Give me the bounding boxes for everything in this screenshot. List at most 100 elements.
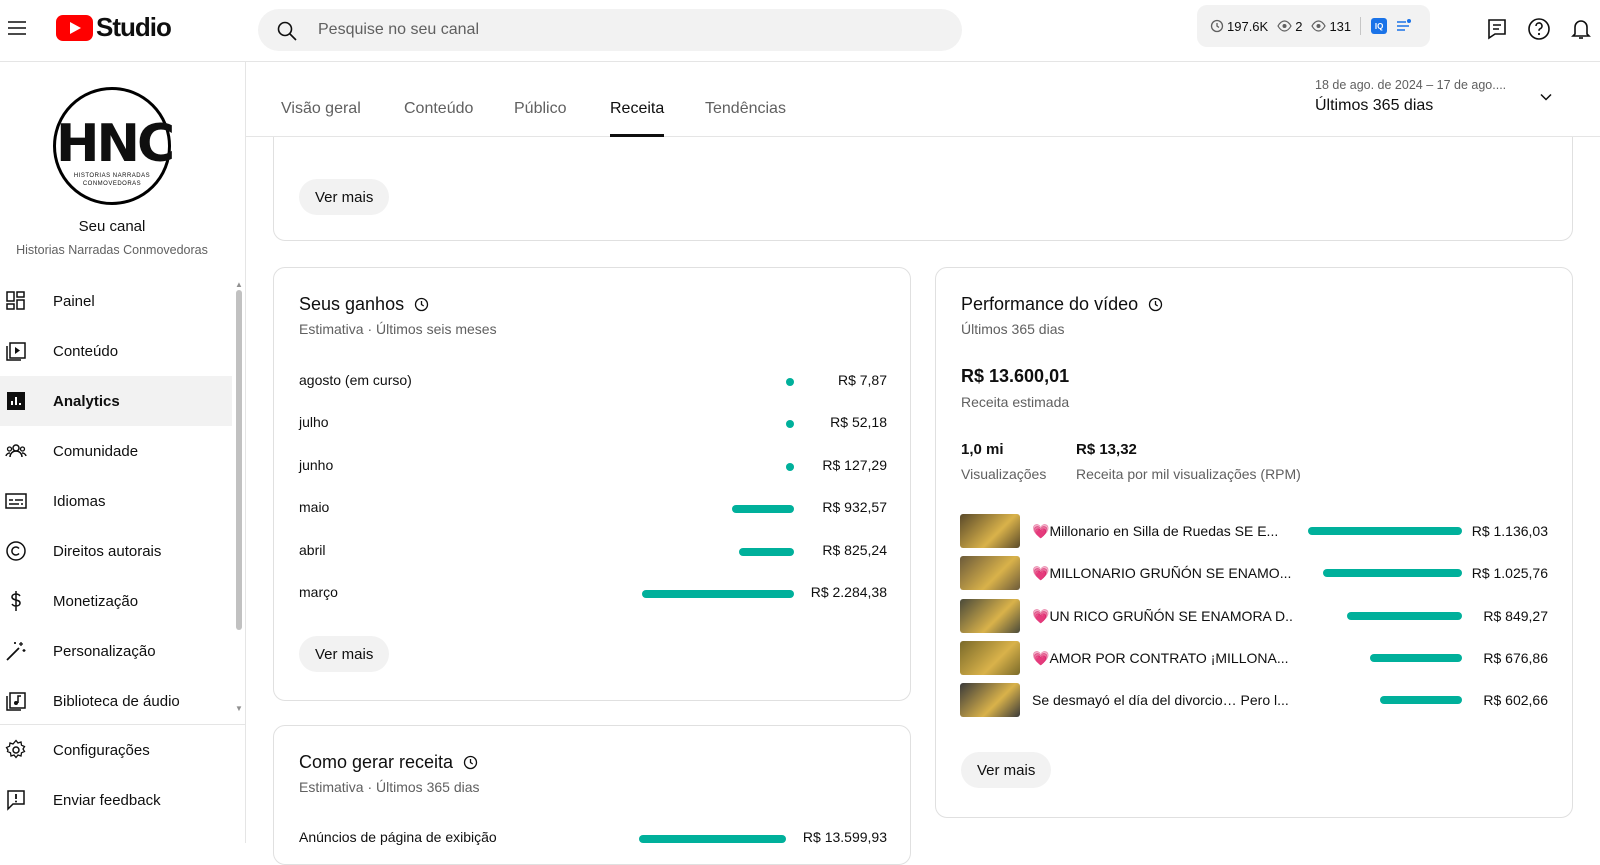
sidebar-scrollbar[interactable] bbox=[236, 290, 242, 630]
clock-icon[interactable] bbox=[463, 755, 478, 770]
earnings-value: R$ 825,24 bbox=[822, 541, 887, 558]
sidebar-item-idiomas[interactable]: Idiomas bbox=[0, 476, 232, 526]
sidebar-item-label: Idiomas bbox=[53, 492, 106, 510]
realtime-stats[interactable]: 197.6K 2 131 IQ bbox=[1197, 5, 1430, 47]
help-icon[interactable] bbox=[1526, 16, 1552, 42]
video-row[interactable]: Se desmayó el día del divorcio… Pero l..… bbox=[960, 683, 1548, 718]
earnings-bar bbox=[786, 420, 794, 429]
video-thumbnail[interactable] bbox=[960, 640, 1020, 675]
sidebar-item-enviar-feedback[interactable]: Enviar feedback bbox=[0, 775, 232, 825]
magic-wand-icon bbox=[6, 642, 26, 661]
video-revenue-bar bbox=[1380, 696, 1462, 705]
video-revenue-bar bbox=[1370, 653, 1462, 662]
eye-icon bbox=[1311, 20, 1327, 32]
tab-receita[interactable]: Receita bbox=[610, 100, 665, 137]
notes-icon[interactable] bbox=[1395, 18, 1412, 34]
sidebar-item-label: Personalização bbox=[53, 642, 156, 660]
revenue-source-row: Anúncios de página de exibição R$ 13.599,… bbox=[299, 829, 887, 849]
logo-text: Studio bbox=[96, 12, 172, 42]
video-thumbnail[interactable] bbox=[960, 683, 1020, 718]
sidebar-item-comunidade[interactable]: Comunidade bbox=[0, 426, 232, 476]
video-row[interactable]: 💗AMOR POR CONTRATO ¡MILLONA... R$ 676,86 bbox=[960, 640, 1548, 675]
sidebar-item-label: Biblioteca de áudio bbox=[53, 692, 180, 710]
sidebar-item-painel[interactable]: Painel bbox=[0, 276, 232, 326]
studio-logo[interactable]: Studio bbox=[56, 12, 172, 43]
search-input[interactable] bbox=[318, 9, 918, 51]
ver-mais-button[interactable]: Ver mais bbox=[961, 752, 1052, 788]
ver-mais-button[interactable]: Ver mais bbox=[299, 179, 390, 215]
sidebar-item-label: Monetização bbox=[53, 592, 139, 610]
search-icon[interactable] bbox=[276, 20, 298, 42]
video-title[interactable]: 💗AMOR POR CONTRATO ¡MILLONA... bbox=[1032, 650, 1292, 667]
analytics-tabs: Visão geral Conteúdo Público Receita Ten… bbox=[246, 62, 1600, 137]
sidebar-bottom-nav: Configurações Enviar feedback bbox=[0, 725, 232, 825]
video-thumbnail[interactable] bbox=[960, 514, 1020, 548]
sidebar-item-analytics[interactable]: Analytics bbox=[0, 376, 232, 426]
revenue-sources-title-text: Como gerar receita bbox=[299, 752, 454, 772]
video-row[interactable]: 💗Millonario en Silla de Ruedas SE E... R$… bbox=[960, 514, 1548, 548]
video-title[interactable]: 💗Millonario en Silla de Ruedas SE E... bbox=[1032, 523, 1292, 540]
sidebar-item-label: Enviar feedback bbox=[53, 791, 161, 809]
clock-icon[interactable] bbox=[414, 297, 429, 312]
earnings-month: março bbox=[299, 584, 338, 600]
video-row[interactable]: 💗MILLONARIO GRUÑÓN SE ENAMO... R$ 1.025,7… bbox=[960, 556, 1548, 591]
sidebar-item-configuracoes[interactable]: Configurações bbox=[0, 725, 232, 775]
earnings-bar bbox=[739, 547, 794, 556]
views-metric-value: 1,0 mi bbox=[961, 441, 1004, 458]
earnings-bar bbox=[786, 378, 794, 386]
watch-hours-value: 197.6K bbox=[1227, 18, 1269, 34]
earnings-value: R$ 52,18 bbox=[830, 414, 887, 431]
earnings-row: julho R$ 52,18 bbox=[299, 414, 887, 434]
video-performance-title-text: Performance do vídeo bbox=[961, 294, 1139, 314]
sidebar-item-direitos-autorais[interactable]: Direitos autorais bbox=[0, 526, 232, 576]
earnings-bar bbox=[642, 590, 794, 598]
extension-badge-icon[interactable]: IQ bbox=[1371, 18, 1388, 34]
channel-name: Historias Narradas Conmovedoras bbox=[16, 243, 208, 257]
live-viewers-value: 2 bbox=[1295, 18, 1303, 34]
estimated-revenue-value: R$ 13.600,01 bbox=[961, 366, 1070, 386]
video-title[interactable]: Se desmayó el día del divorcio… Pero l..… bbox=[1032, 692, 1292, 708]
sidebar-item-personalizacao[interactable]: Personalização bbox=[0, 626, 232, 676]
views-metric-label: Visualizações bbox=[961, 466, 1047, 482]
tab-publico[interactable]: Público bbox=[514, 100, 566, 137]
tab-conteudo[interactable]: Conteúdo bbox=[404, 100, 473, 137]
tab-tendencias[interactable]: Tendências bbox=[705, 100, 786, 137]
notifications-icon[interactable] bbox=[1568, 16, 1594, 42]
heart-icon: 💗 bbox=[1032, 565, 1050, 582]
tab-visao-geral[interactable]: Visão geral bbox=[281, 100, 361, 137]
revenue-sources-title: Como gerar receita bbox=[299, 752, 478, 773]
earnings-value: R$ 7,87 bbox=[837, 372, 887, 388]
scroll-down-arrow-icon[interactable]: ▼ bbox=[235, 704, 243, 713]
analytics-icon bbox=[7, 392, 25, 410]
clock-icon[interactable] bbox=[1148, 297, 1163, 312]
sidebar-nav: Painel Conteúdo Analytics Comunidade Idi… bbox=[0, 276, 232, 726]
video-performance-title: Performance do vídeo bbox=[961, 294, 1163, 315]
scroll-up-arrow-icon[interactable]: ▲ bbox=[235, 280, 243, 289]
earnings-value: R$ 2.284,38 bbox=[810, 584, 887, 600]
earnings-row: junho R$ 127,29 bbox=[299, 457, 887, 477]
sidebar-item-conteudo[interactable]: Conteúdo bbox=[0, 326, 232, 376]
video-row[interactable]: 💗UN RICO GRUÑÓN SE ENAMORA D... R$ 849,27 bbox=[960, 598, 1548, 633]
video-thumbnail[interactable] bbox=[960, 598, 1020, 633]
earnings-row: abril R$ 825,24 bbox=[299, 542, 887, 562]
earnings-bar bbox=[785, 462, 794, 471]
heart-icon: 💗 bbox=[1032, 649, 1050, 666]
video-title-text: MILLONARIO GRUÑÓN SE ENAMO... bbox=[1049, 565, 1292, 582]
ver-mais-button[interactable]: Ver mais bbox=[299, 636, 390, 672]
video-thumbnail[interactable] bbox=[960, 556, 1020, 591]
video-title[interactable]: 💗UN RICO GRUÑÓN SE ENAMORA D... bbox=[1032, 608, 1292, 625]
dollar-icon bbox=[11, 591, 21, 611]
earnings-row: agosto (em curso) R$ 7,87 bbox=[299, 372, 887, 392]
avatar-initials: HNC bbox=[56, 114, 175, 174]
channel-avatar[interactable]: HNC HISTORIAS NARRADAS CONMOVEDORAS bbox=[53, 87, 175, 205]
audio-library-icon bbox=[6, 692, 26, 711]
date-range-label[interactable]: Últimos 365 dias bbox=[1315, 97, 1433, 115]
menu-icon[interactable] bbox=[6, 17, 28, 39]
video-title[interactable]: 💗MILLONARIO GRUÑÓN SE ENAMO... bbox=[1032, 565, 1292, 582]
chevron-down-icon[interactable] bbox=[1538, 89, 1554, 105]
create-post-icon[interactable] bbox=[1484, 16, 1510, 42]
sidebar-item-monetizacao[interactable]: Monetização bbox=[0, 576, 232, 626]
earnings-month: junho bbox=[299, 456, 334, 473]
date-range-dates[interactable]: 18 de ago. de 2024 – 17 de ago.... bbox=[1315, 78, 1506, 92]
sidebar-item-biblioteca-de-audio[interactable]: Biblioteca de áudio bbox=[0, 676, 232, 726]
